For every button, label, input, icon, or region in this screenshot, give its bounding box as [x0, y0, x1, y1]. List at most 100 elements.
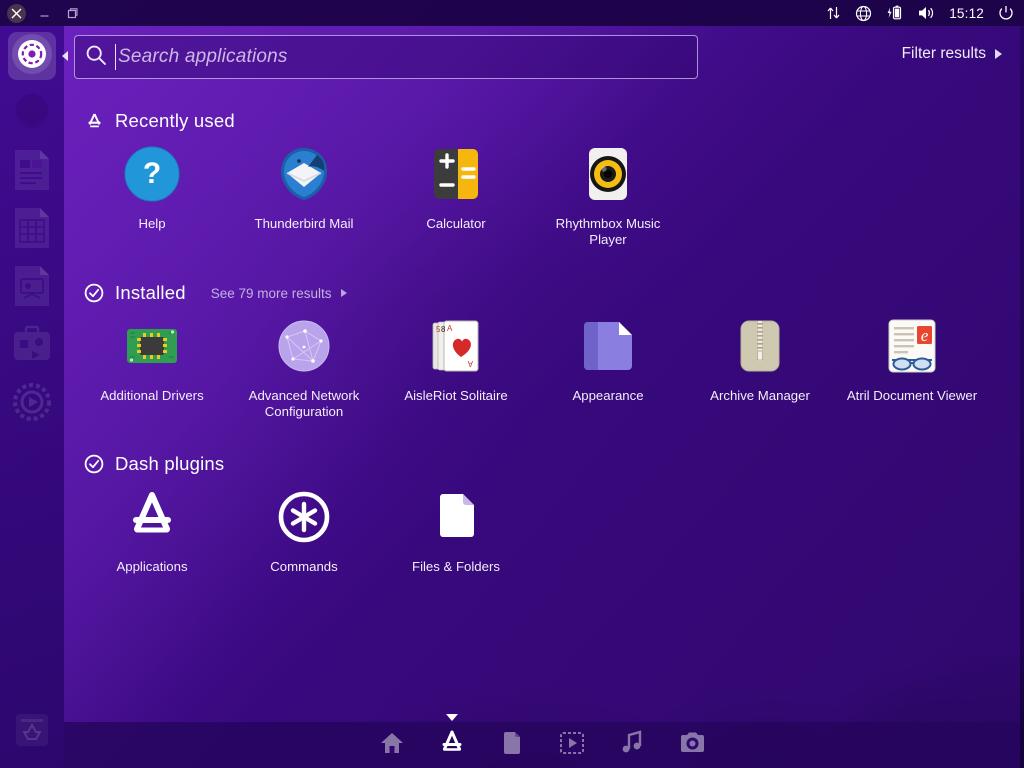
lens-home[interactable] — [375, 728, 409, 762]
app-tile-calculator[interactable]: Calculator — [380, 144, 532, 248]
app-label: Additional Drivers — [100, 388, 204, 403]
launcher-item-ubuntu-dash-home[interactable] — [8, 32, 56, 80]
battery-charging-icon[interactable] — [886, 5, 903, 21]
launcher-item-libreoffice-impress[interactable] — [8, 264, 56, 312]
app-tile-archive-manager[interactable]: Archive Manager — [684, 316, 836, 420]
section-title: Dash plugins — [115, 453, 225, 474]
files-folders-icon — [426, 487, 486, 547]
libreoffice-impress-icon — [12, 264, 52, 313]
see-more-results-link[interactable]: See 79 more results — [211, 286, 347, 301]
ubuntu-logo-icon — [10, 32, 54, 81]
applications-lens-icon — [84, 111, 104, 131]
solitaire-icon: 5 8 A A — [426, 316, 486, 376]
text-caret — [115, 44, 116, 70]
see-more-results-label: See 79 more results — [210, 285, 332, 301]
svg-text:?: ? — [143, 157, 161, 190]
chevron-right-icon — [340, 289, 347, 297]
section-header: Installed See 79 more results — [64, 282, 1020, 304]
applications-lens-icon — [438, 729, 466, 762]
section-installed: Installed See 79 more results Additional… — [64, 282, 1020, 420]
check-circle-icon — [84, 283, 104, 303]
lens-video[interactable] — [555, 728, 589, 762]
app-grid: Additional Drivers Advanced Network Conf… — [64, 316, 1020, 420]
video-lens-icon — [559, 731, 585, 760]
libreoffice-writer-icon — [12, 148, 52, 197]
app-label: Calculator — [426, 216, 486, 231]
close-icon[interactable] — [7, 3, 26, 23]
lens-photos[interactable] — [675, 728, 709, 762]
app-tile-thunderbird-mail[interactable]: Thunderbird Mail — [228, 144, 380, 248]
help-icon: ? — [122, 144, 182, 204]
commands-icon — [274, 487, 334, 547]
lens-music[interactable] — [615, 728, 649, 762]
music-lens-icon — [620, 730, 644, 760]
app-label: Archive Manager — [710, 388, 810, 403]
app-label: Applications — [116, 559, 188, 574]
lens-files[interactable] — [495, 728, 529, 762]
check-circle-icon — [84, 454, 104, 474]
minimize-icon[interactable] — [35, 4, 54, 23]
app-tile-rhythmbox-music-player[interactable]: Rhythmbox Music Player — [532, 144, 684, 248]
app-grid: Applications Commands Files & Folders — [64, 487, 1020, 575]
svg-text:A: A — [447, 324, 453, 333]
firefox-icon — [11, 91, 53, 138]
home-lens-icon — [379, 730, 405, 761]
software-center-icon — [11, 324, 53, 369]
app-tile-files-folders[interactable]: Files & Folders — [380, 487, 532, 575]
volume-icon[interactable] — [917, 5, 935, 21]
search-row: Search applications Filter results — [70, 35, 1014, 81]
power-icon[interactable] — [998, 5, 1014, 21]
svg-text:8: 8 — [441, 325, 446, 334]
app-tile-applications[interactable]: Applications — [76, 487, 228, 575]
files-lens-icon — [500, 730, 524, 761]
search-placeholder: Search applications — [118, 46, 288, 67]
section-dash-plugins: Dash plugins Applications Commands Files… — [64, 453, 1020, 575]
app-label: Files & Folders — [412, 559, 500, 574]
rhythmbox-icon — [578, 144, 638, 204]
app-tile-advanced-network-configuration[interactable]: Advanced Network Configuration — [228, 316, 380, 420]
dash-lens-bar — [64, 722, 1020, 768]
app-grid: ? Help Thunderbird Mail Calculator Rhyth… — [64, 144, 1020, 248]
launcher-item-system-settings[interactable] — [8, 380, 56, 428]
globe-icon[interactable] — [855, 5, 872, 22]
app-label: Help — [138, 216, 166, 231]
launcher-item-libreoffice-calc[interactable] — [8, 206, 56, 254]
app-tile-atril-document-viewer[interactable]: e Atril Document Viewer — [836, 316, 988, 420]
network-config-icon — [274, 316, 334, 376]
system-tray: 15:12 — [826, 5, 1024, 22]
svg-text:A: A — [467, 359, 473, 368]
section-title: Recently used — [115, 110, 235, 131]
section-header: Recently used — [64, 110, 1020, 132]
maximize-icon[interactable] — [63, 4, 82, 23]
app-label: Appearance — [572, 388, 644, 403]
lens-applications[interactable] — [435, 728, 469, 762]
additional-drivers-icon — [122, 316, 182, 376]
section-title: Installed — [115, 282, 186, 303]
filter-results-button[interactable]: Filter results — [902, 45, 1002, 63]
filter-results-label: Filter results — [901, 45, 986, 62]
chevron-right-icon — [995, 49, 1002, 59]
top-panel: 15:12 — [0, 0, 1024, 26]
search-input[interactable]: Search applications — [74, 35, 698, 79]
system-settings-icon — [11, 381, 53, 428]
section-header: Dash plugins — [64, 453, 1020, 475]
clock[interactable]: 15:12 — [949, 6, 984, 21]
applications-lens-icon — [122, 487, 182, 547]
thunderbird-icon — [274, 144, 334, 204]
network-activity-icon[interactable] — [826, 5, 841, 21]
app-tile-help[interactable]: ? Help — [76, 144, 228, 248]
app-tile-additional-drivers[interactable]: Additional Drivers — [76, 316, 228, 420]
app-tile-commands[interactable]: Commands — [228, 487, 380, 575]
app-label: Atril Document Viewer — [846, 388, 978, 403]
app-tile-appearance[interactable]: Appearance — [532, 316, 684, 420]
search-icon — [85, 44, 107, 71]
launcher-item-firefox[interactable] — [8, 90, 56, 138]
app-label: Thunderbird Mail — [254, 216, 354, 231]
appearance-icon — [578, 316, 638, 376]
app-label: Advanced Network Configuration — [248, 388, 360, 419]
svg-text:e: e — [921, 326, 929, 345]
launcher-item-trash[interactable] — [8, 708, 56, 756]
launcher-item-ubuntu-software[interactable] — [8, 322, 56, 370]
app-tile-aisleriot-solitaire[interactable]: 5 8 A A AisleRiot Solitaire — [380, 316, 532, 420]
launcher-item-libreoffice-writer[interactable] — [8, 148, 56, 196]
